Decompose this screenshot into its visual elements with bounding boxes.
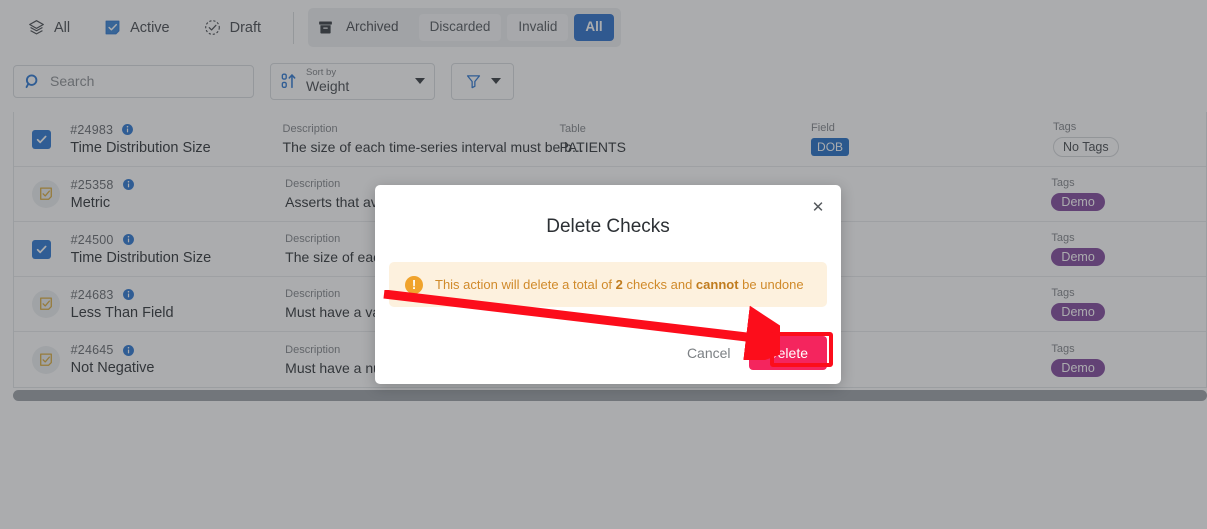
warning-text-before: This action will delete a total of [435,277,613,292]
warning-text-after: be undone [742,277,804,292]
exclamation-icon: ! [405,275,423,294]
dialog-title: Delete Checks [546,216,670,237]
horizontal-scrollbar[interactable] [13,390,1207,401]
warning-banner: ! This action will delete a total of 2 c… [389,262,827,307]
delete-checks-dialog: ✕ Delete Checks ! This action will delet… [375,185,841,384]
delete-button[interactable]: Delete [748,336,827,370]
cancel-button[interactable]: Cancel [687,345,731,361]
warning-text: This action will delete a total of 2 che… [435,277,804,292]
warning-text-middle: checks and [626,277,693,292]
warning-emphasis: cannot [695,277,739,292]
close-icon[interactable]: ✕ [807,196,829,218]
dialog-actions: Cancel Delete [687,336,827,370]
warning-count: 2 [615,277,623,292]
